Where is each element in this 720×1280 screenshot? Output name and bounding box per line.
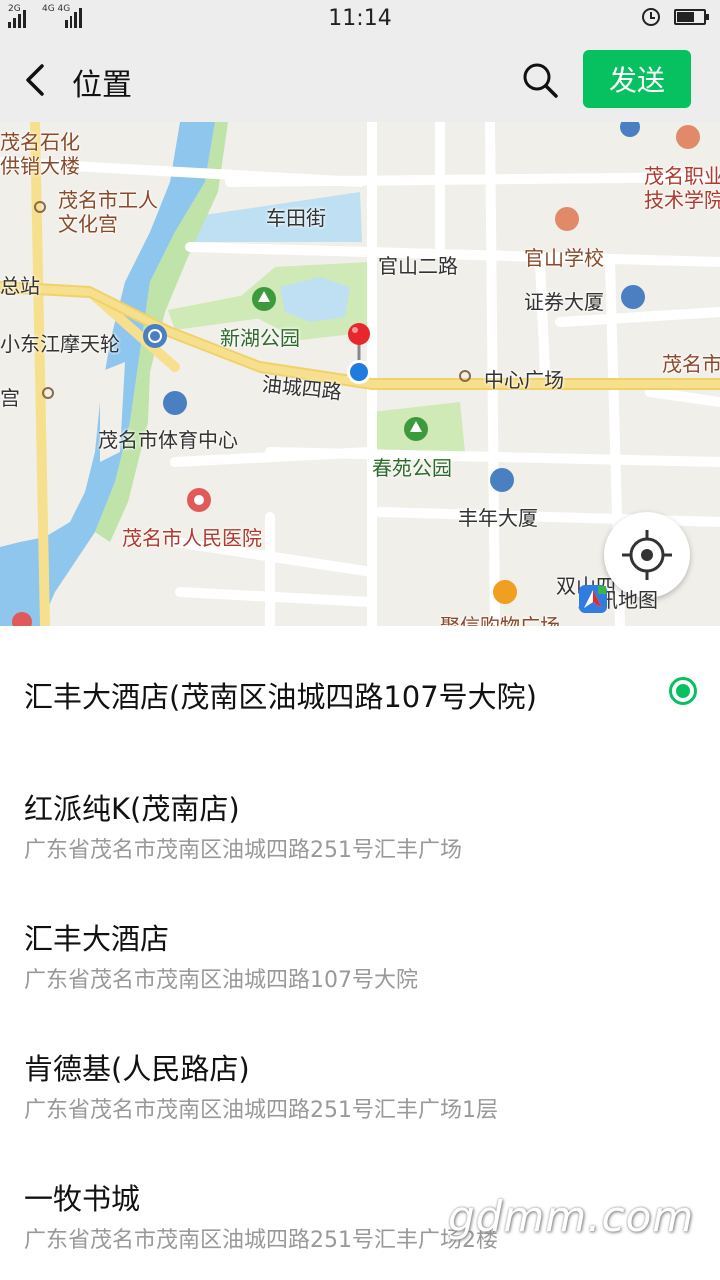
- alarm-icon: [642, 8, 660, 26]
- map-label: 丰年大厦: [458, 506, 538, 530]
- status-bar: 2G 4G 4G 11:14: [0, 0, 720, 38]
- map-label: 春苑公园: [372, 456, 452, 480]
- map-label: 技术学院: [644, 188, 720, 212]
- tencent-map-logo-icon: [579, 585, 607, 613]
- map-label: 聚信购物广场: [440, 614, 560, 626]
- place-address: 广东省茂名市茂南区油城四路107号大院: [24, 968, 418, 993]
- map-label: 官山学校: [524, 246, 604, 270]
- map-label: 车田街: [266, 206, 326, 230]
- place-name: 汇丰大酒店: [24, 922, 170, 956]
- map-label: 宫: [0, 386, 20, 410]
- map-label: 总站: [0, 274, 40, 298]
- map-label: 文化宫: [58, 212, 118, 236]
- map-view[interactable]: 茂名石化 供销大楼 茂名市工人 文化宫 车田街 茂名职业 技术学院 官山二路 官…: [0, 122, 720, 626]
- current-location-dot: [350, 363, 368, 381]
- map-provider-logo: 腾讯地图: [578, 584, 658, 613]
- place-address: 广东省茂名市茂南区油城四路251号汇丰广场2楼: [24, 1228, 498, 1253]
- place-name: 红派纯K(茂南店): [24, 792, 240, 826]
- place-name: 汇丰大酒店(茂南区油城四路107号大院): [24, 680, 537, 714]
- place-name: 一牧书城: [24, 1182, 141, 1216]
- selected-check-icon: [669, 677, 697, 705]
- map-label: 新湖公园: [220, 326, 300, 350]
- page-title: 位置: [72, 68, 132, 103]
- watermark: gdmm.com: [448, 1192, 695, 1241]
- places-list: 汇丰大酒店(茂南区油城四路107号大院) 红派纯K(茂南店) 广东省茂名市茂南区…: [0, 626, 720, 1276]
- send-button[interactable]: 发送: [583, 50, 691, 108]
- map-label: 供销大楼: [0, 154, 80, 178]
- map-label: 中心广场: [484, 368, 564, 392]
- top-bar: 位置 发送: [0, 38, 720, 122]
- place-address: 广东省茂名市茂南区油城四路251号汇丰广场1层: [24, 1098, 498, 1123]
- map-label: 茂名市体育中心: [98, 428, 238, 452]
- map-label: 证券大厦: [524, 290, 604, 314]
- clock: 11:14: [328, 6, 392, 31]
- map-label: 茂名市: [662, 352, 720, 376]
- list-item[interactable]: 红派纯K(茂南店) 广东省茂名市茂南区油城四路251号汇丰广场: [0, 756, 720, 886]
- battery-icon: [674, 9, 709, 25]
- search-icon[interactable]: [520, 60, 560, 100]
- back-arrow-icon[interactable]: [22, 62, 58, 98]
- place-name: 肯德基(人民路店): [24, 1052, 250, 1086]
- list-item[interactable]: 肯德基(人民路店) 广东省茂名市茂南区油城四路251号汇丰广场1层: [0, 1016, 720, 1146]
- place-address: 广东省茂名市茂南区油城四路251号汇丰广场: [24, 838, 462, 863]
- map-label: 小东江摩天轮: [0, 332, 120, 356]
- list-item[interactable]: 汇丰大酒店(茂南区油城四路107号大院): [0, 626, 720, 756]
- map-label: 官山二路: [378, 254, 458, 278]
- list-item[interactable]: 汇丰大酒店 广东省茂名市茂南区油城四路107号大院: [0, 886, 720, 1016]
- location-pin: [348, 323, 370, 345]
- map-label: 茂名市人民医院: [122, 526, 262, 550]
